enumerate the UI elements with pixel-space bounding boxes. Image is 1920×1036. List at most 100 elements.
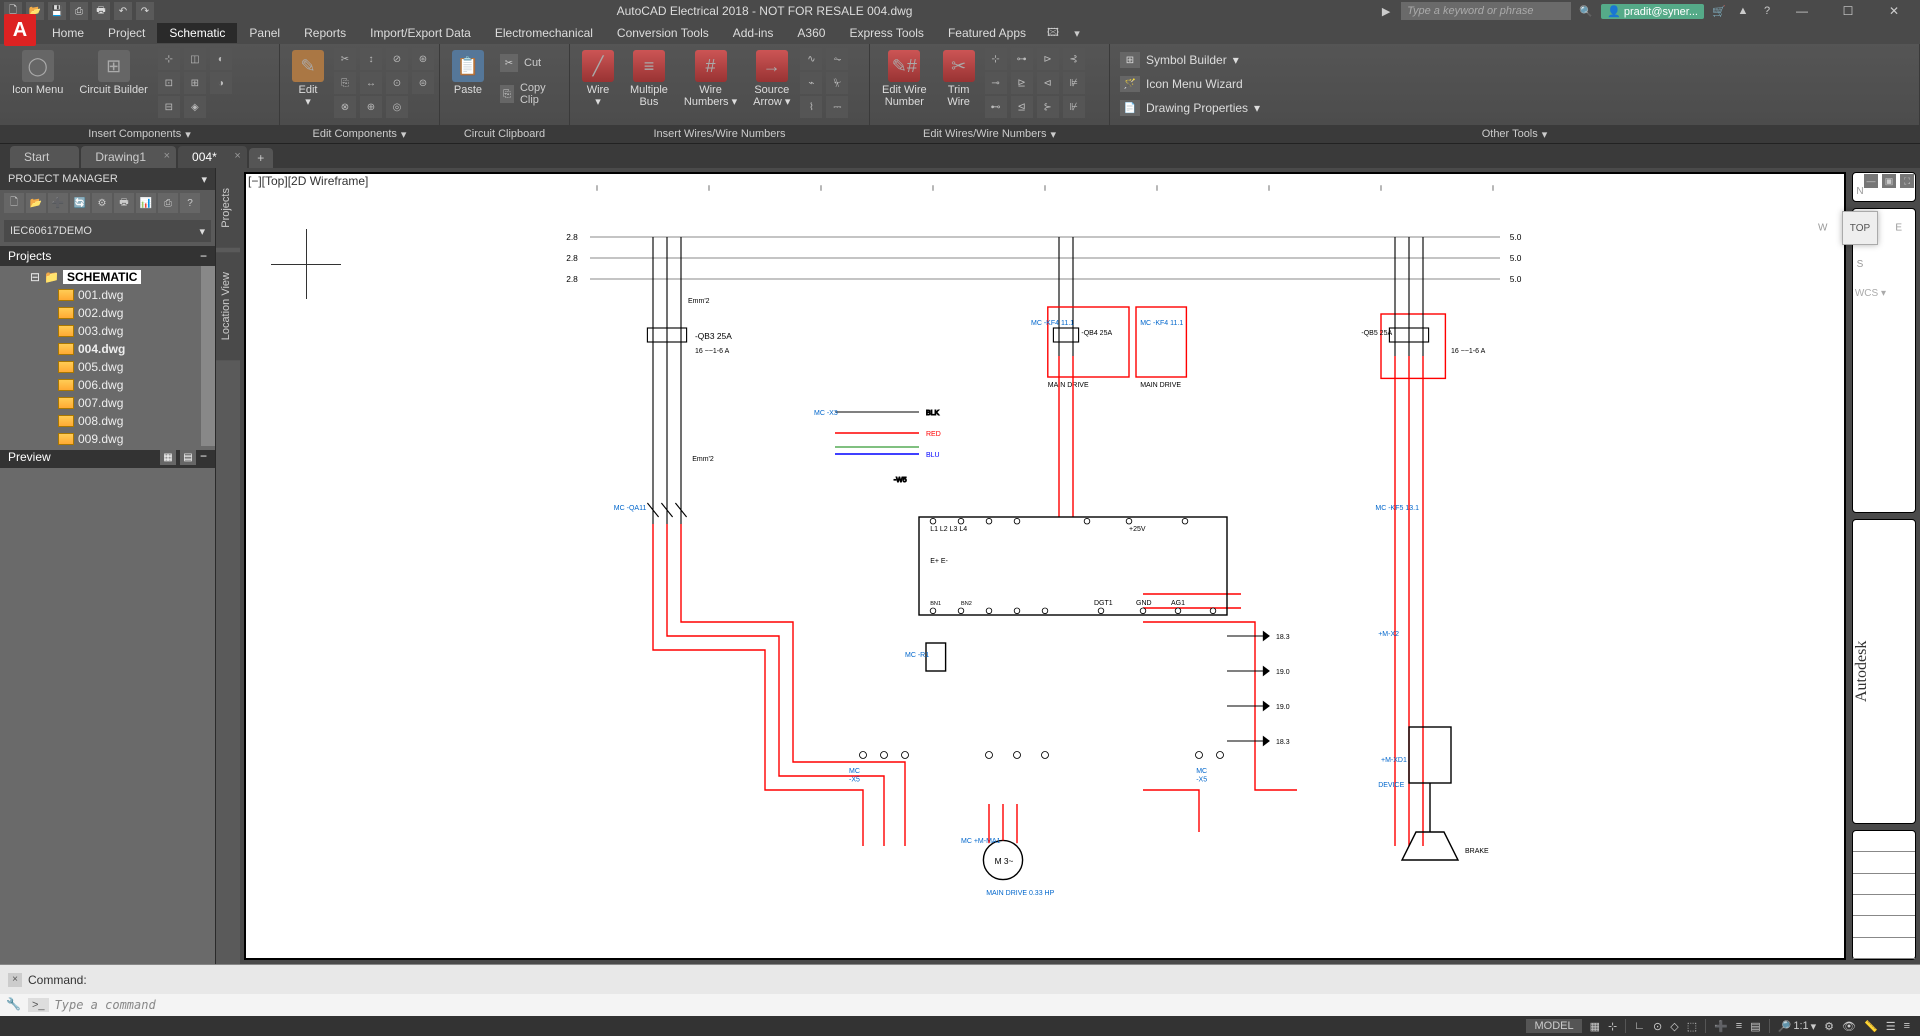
model-space-button[interactable]: MODEL	[1526, 1019, 1581, 1033]
trim-wire-button[interactable]: ✂ Trim Wire	[937, 48, 981, 110]
copy-clip-button[interactable]: ⎘Copy Clip	[494, 80, 563, 108]
ew-small-11[interactable]: ⊯	[1063, 72, 1085, 94]
edit-wire-number-button[interactable]: ✎# Edit Wire Number	[876, 48, 933, 110]
ew-small-4[interactable]: ⊶	[1011, 48, 1033, 70]
workspace-switch[interactable]: ⚙	[1824, 1020, 1834, 1033]
panel-edit-components[interactable]: Edit Components ▾	[280, 125, 439, 143]
search-input[interactable]: Type a keyword or phrase	[1401, 2, 1571, 20]
anno-monitor[interactable]: 👁	[1842, 1020, 1856, 1033]
ew-small-2[interactable]: ⊸	[985, 72, 1007, 94]
dyn-input-toggle[interactable]: ➕	[1714, 1020, 1728, 1033]
circuit-builder-button[interactable]: ⊞ Circuit Builder	[73, 48, 153, 98]
help-icon[interactable]: ?	[1758, 2, 1776, 20]
project-select[interactable]: IEC60617DEMO▾	[4, 220, 211, 242]
ew-small-6[interactable]: ⊴	[1011, 96, 1033, 118]
iw-small-1[interactable]: ∿	[800, 48, 822, 70]
ic-small-1[interactable]: ⊹	[158, 48, 180, 70]
pm-tb-new[interactable]: 🗋	[4, 193, 24, 213]
menu-schematic[interactable]: Schematic	[157, 23, 237, 43]
command-config-icon[interactable]: 🔧	[6, 997, 22, 1013]
iw-small-6[interactable]: ⎓	[826, 96, 848, 118]
pm-tb-publish[interactable]: 🖶	[114, 193, 134, 213]
tab-004[interactable]: 004*×	[178, 146, 247, 168]
osnap3d-toggle[interactable]: ⬚	[1687, 1020, 1697, 1033]
source-arrow-button[interactable]: → Source Arrow ▾	[747, 48, 796, 110]
command-close-icon[interactable]: ×	[8, 973, 22, 987]
ec-small-6[interactable]: ⊕	[360, 96, 382, 118]
drawing-viewport[interactable]: [−][Top][2D Wireframe] — ▣ ⛶ 2.8	[240, 168, 1920, 964]
ew-small-10[interactable]: ⊰	[1063, 48, 1085, 70]
edit-button[interactable]: ✎ Edit▾	[286, 48, 330, 110]
ic-small-8[interactable]: ◑	[210, 72, 232, 94]
icon-menu-button[interactable]: ◯ Icon Menu	[6, 48, 69, 98]
user-account[interactable]: 👤 pradit@syner...	[1601, 4, 1704, 19]
sidetab-location-view[interactable]: Location View	[216, 252, 240, 360]
menu-extra-1-icon[interactable]: 🖾	[1044, 24, 1062, 42]
exchange-icon[interactable]: 🛒	[1710, 2, 1728, 20]
quick-props[interactable]: ☰	[1886, 1020, 1896, 1033]
symbol-builder-button[interactable]: ⊞Symbol Builder ▾	[1116, 50, 1913, 70]
viewcube-top-face[interactable]: TOP	[1842, 211, 1878, 245]
ec-small-5[interactable]: ↔	[360, 72, 382, 94]
multiple-bus-button[interactable]: ≡ Multiple Bus	[624, 48, 674, 110]
ic-small-4[interactable]: ◫	[184, 48, 206, 70]
plot-icon[interactable]: 🖶	[92, 2, 110, 20]
a360-icon[interactable]: ▲	[1734, 2, 1752, 20]
ew-small-12[interactable]: ⊮	[1063, 96, 1085, 118]
ec-small-10[interactable]: ⊛	[412, 48, 434, 70]
panel-edit-wires[interactable]: Edit Wires/Wire Numbers ▾	[870, 125, 1109, 143]
ec-small-8[interactable]: ⊙	[386, 72, 408, 94]
ec-small-9[interactable]: ◎	[386, 96, 408, 118]
close-icon[interactable]: ×	[234, 150, 240, 162]
ew-small-3[interactable]: ⊷	[985, 96, 1007, 118]
menu-home[interactable]: Home	[40, 23, 96, 43]
tree-file-active[interactable]: 004.dwg	[0, 340, 215, 358]
vp-maximize-icon[interactable]: ⛶	[1900, 174, 1914, 188]
lineweight-toggle[interactable]: ≡	[1736, 1020, 1742, 1032]
ew-small-5[interactable]: ⊵	[1011, 72, 1033, 94]
iw-small-2[interactable]: ⌁	[800, 72, 822, 94]
menu-extra-2-icon[interactable]: ▾	[1068, 24, 1086, 42]
menu-conversion[interactable]: Conversion Tools	[605, 23, 721, 43]
ec-small-11[interactable]: ⊜	[412, 72, 434, 94]
menu-addins[interactable]: Add-ins	[721, 23, 786, 43]
command-input[interactable]: Type a command	[55, 998, 1914, 1012]
close-button[interactable]: ✕	[1874, 1, 1914, 21]
pm-tb-report[interactable]: 📊	[136, 193, 156, 213]
snap-toggle[interactable]: ⊹	[1608, 1020, 1617, 1033]
undo-icon[interactable]: ↶	[114, 2, 132, 20]
vp-restore-icon[interactable]: ▣	[1882, 174, 1896, 188]
panel-other-tools[interactable]: Other Tools ▾	[1110, 125, 1919, 143]
paste-button[interactable]: 📋 Paste	[446, 48, 490, 98]
osnap-toggle[interactable]: ◇	[1670, 1020, 1678, 1033]
ec-small-4[interactable]: ↕	[360, 48, 382, 70]
iw-small-3[interactable]: ⌇	[800, 96, 822, 118]
minimize-button[interactable]: —	[1782, 1, 1822, 21]
add-tab-button[interactable]: +	[249, 148, 273, 168]
ew-small-1[interactable]: ⊹	[985, 48, 1007, 70]
ic-small-2[interactable]: ⊡	[158, 72, 180, 94]
customize-status[interactable]: ≡	[1904, 1020, 1910, 1032]
ew-small-7[interactable]: ⊳	[1037, 48, 1059, 70]
ic-small-7[interactable]: ◐	[210, 48, 232, 70]
tree-file[interactable]: 003.dwg	[0, 322, 215, 340]
sidetab-projects[interactable]: Projects	[216, 168, 240, 248]
save-icon[interactable]: 💾	[48, 2, 66, 20]
pm-tb-add[interactable]: ➕	[48, 193, 68, 213]
tree-file[interactable]: 001.dwg	[0, 286, 215, 304]
minus-icon[interactable]: −	[200, 449, 207, 465]
ic-small-6[interactable]: ◈	[184, 96, 206, 118]
close-icon[interactable]: ×	[164, 150, 170, 162]
preview-mode-2[interactable]: ▤	[180, 449, 196, 465]
tree-file[interactable]: 009.dwg	[0, 430, 215, 448]
ec-small-3[interactable]: ⊗	[334, 96, 356, 118]
menu-featured[interactable]: Featured Apps	[936, 23, 1038, 43]
menu-project[interactable]: Project	[96, 23, 157, 43]
ec-small-7[interactable]: ⊘	[386, 48, 408, 70]
tree-file[interactable]: 002.dwg	[0, 304, 215, 322]
wcs-label[interactable]: WCS ▾	[1855, 288, 1886, 299]
menu-panel[interactable]: Panel	[237, 23, 292, 43]
cut-button[interactable]: ✂Cut	[494, 52, 563, 74]
ew-small-9[interactable]: ⊱	[1037, 96, 1059, 118]
maximize-button[interactable]: ☐	[1828, 1, 1868, 21]
